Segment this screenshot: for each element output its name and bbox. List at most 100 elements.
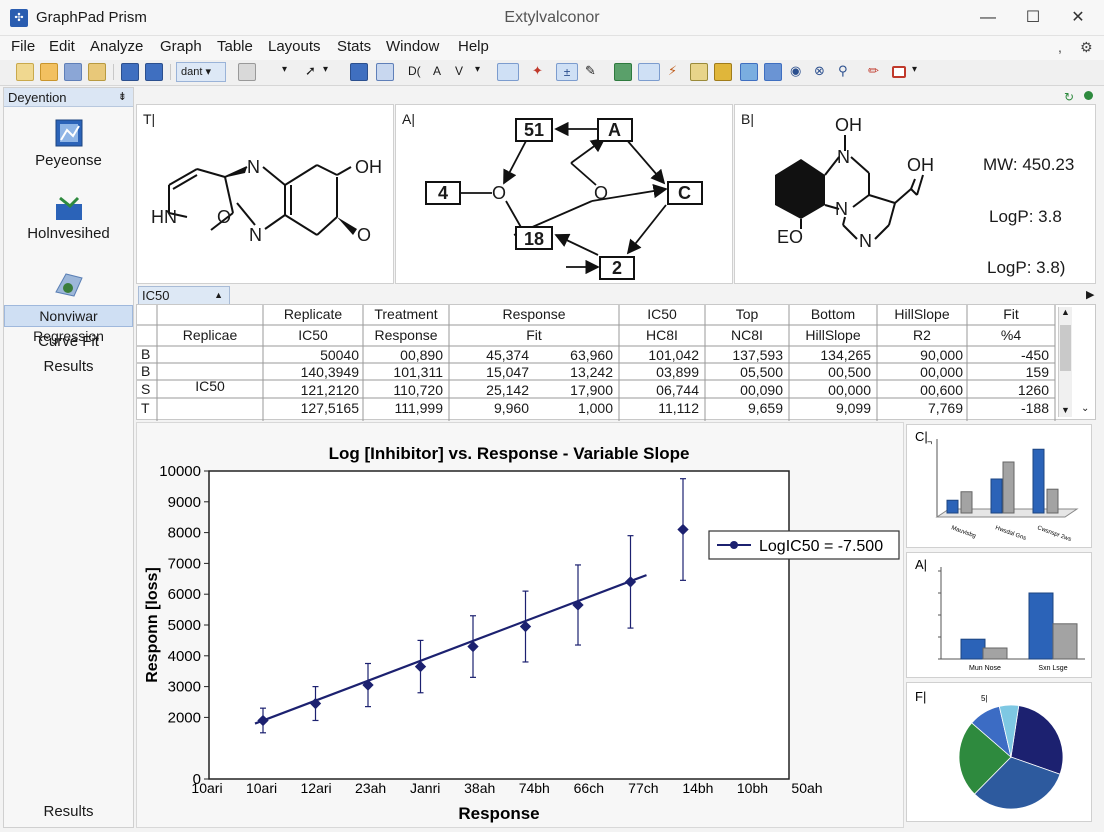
graph-icon[interactable] xyxy=(497,63,519,81)
font-select[interactable]: dant ▾ xyxy=(176,62,226,82)
table-cell[interactable]: 00,500 xyxy=(781,364,871,380)
layers-icon[interactable] xyxy=(376,63,394,81)
table-cell[interactable]: 134,265 xyxy=(781,347,871,363)
copy-icon[interactable] xyxy=(121,63,139,81)
thumb-chart-c[interactable]: C| ¬ Mauvisbg Hwsdal Gns Cwsnspr 2ws xyxy=(906,424,1092,548)
pointer-dropdown-icon[interactable]: ▾ xyxy=(323,64,328,75)
frame-dropdown-icon[interactable]: ▾ xyxy=(912,64,917,75)
table-cell[interactable]: 03,899 xyxy=(609,364,699,380)
table-cell[interactable]: 1260 xyxy=(959,382,1049,398)
menu-stats[interactable]: Stats xyxy=(337,38,371,55)
thumb-chart-a[interactable]: A| Mun Nose Sxn Lsge xyxy=(906,552,1092,678)
table-cell[interactable]: 159 xyxy=(959,364,1049,380)
save-icon[interactable] xyxy=(64,63,82,81)
paste-icon[interactable] xyxy=(145,63,163,81)
menu-settings-icon[interactable]: ⚙ xyxy=(1080,39,1093,56)
table-cell[interactable]: 101,311 xyxy=(353,364,443,380)
link-icon[interactable]: ⊗ xyxy=(814,63,825,79)
table-cell[interactable]: 63,960 xyxy=(523,347,613,363)
nav-item-results[interactable]: Results xyxy=(4,358,133,375)
scroll-up-icon[interactable]: ▲ xyxy=(1061,307,1070,317)
table-cell[interactable]: 45,374 xyxy=(439,347,529,363)
table-tab-ic50[interactable]: IC50 ▲ xyxy=(138,286,230,305)
table-cell[interactable]: 50040 xyxy=(269,347,359,363)
folder-icon[interactable] xyxy=(52,192,86,224)
notebook-icon[interactable] xyxy=(690,63,708,81)
magic-icon[interactable]: ✦ xyxy=(532,63,543,79)
chevron-down-icon[interactable]: ▾ xyxy=(282,64,287,75)
table-cell[interactable]: 101,042 xyxy=(609,347,699,363)
table-cell[interactable]: 00,000 xyxy=(781,382,871,398)
page-icon[interactable] xyxy=(638,63,660,81)
maximize-button[interactable]: ☐ xyxy=(1013,4,1053,32)
menu-window[interactable]: Window xyxy=(386,38,439,55)
pen-icon[interactable]: ✏ xyxy=(868,63,879,79)
wand-icon[interactable]: ⚡ xyxy=(668,63,677,79)
duplicate-icon[interactable] xyxy=(350,63,368,81)
columns-icon[interactable] xyxy=(764,63,782,81)
menu-pin-icon[interactable]: , xyxy=(1058,39,1062,55)
table-cell[interactable]: 110,720 xyxy=(353,382,443,398)
table-cell[interactable]: 9,659 xyxy=(693,400,783,416)
print-icon[interactable] xyxy=(88,63,106,81)
table-cell[interactable]: 15,047 xyxy=(439,364,529,380)
tab-chevron-up-icon[interactable]: ▲ xyxy=(214,287,223,304)
table-cell[interactable]: 00,000 xyxy=(873,364,963,380)
pin-icon[interactable]: ⚲ xyxy=(838,63,848,79)
table-scrollbar[interactable]: ▲ ▼ xyxy=(1058,307,1072,417)
menu-graph[interactable]: Graph xyxy=(160,38,202,55)
chart-bar-icon[interactable] xyxy=(714,63,732,81)
text-style-icon[interactable]: D( xyxy=(408,64,421,78)
table-cell[interactable]: 127,5165 xyxy=(269,400,359,416)
analysis-icon[interactable] xyxy=(52,118,86,150)
text-a-icon[interactable]: A xyxy=(433,64,441,78)
text-v-icon[interactable]: V xyxy=(455,64,463,78)
menu-table[interactable]: Table xyxy=(217,38,253,55)
table-cell[interactable]: -450 xyxy=(959,347,1049,363)
table-cell[interactable]: 05,500 xyxy=(693,364,783,380)
table-cell[interactable]: 06,744 xyxy=(609,382,699,398)
table-cell[interactable]: 00,090 xyxy=(693,382,783,398)
open-folder-icon[interactable] xyxy=(40,63,58,81)
table-right-arrow-icon[interactable]: ▶ xyxy=(1086,288,1094,301)
table-cell[interactable]: 1,000 xyxy=(523,400,613,416)
minimize-button[interactable]: — xyxy=(968,4,1008,32)
globe-icon[interactable]: ◉ xyxy=(790,63,801,79)
nav-item-curve-fit[interactable]: Curve Fit xyxy=(4,333,133,350)
frame-icon[interactable] xyxy=(892,66,906,78)
close-button[interactable]: ✕ xyxy=(1058,4,1098,32)
scroll-thumb[interactable] xyxy=(1060,325,1071,371)
table-cell[interactable]: 90,000 xyxy=(873,347,963,363)
table-cell[interactable]: 17,900 xyxy=(523,382,613,398)
plus-minus-icon[interactable]: ± xyxy=(556,63,578,81)
scroll-down-icon[interactable]: ▼ xyxy=(1061,405,1070,415)
nav-item-nonlinear-regression[interactable]: Nonviwar Regression xyxy=(4,305,133,344)
regression-icon[interactable] xyxy=(52,268,86,300)
menu-help[interactable]: Help xyxy=(458,38,489,55)
new-file-icon[interactable] xyxy=(16,63,34,81)
eraser-icon[interactable]: ✎ xyxy=(585,63,596,79)
menu-analyze[interactable]: Analyze xyxy=(90,38,143,55)
nav-item-holnvesihed[interactable]: Holnvesihed xyxy=(4,225,133,242)
menu-edit[interactable]: Edit xyxy=(49,38,75,55)
table-cell[interactable]: 9,099 xyxy=(781,400,871,416)
image-icon[interactable] xyxy=(740,63,758,81)
pointer-icon[interactable]: ➚ xyxy=(305,63,316,79)
text-dropdown-icon[interactable]: ▾ xyxy=(475,64,480,75)
refresh-icon[interactable]: ↻ xyxy=(1064,90,1074,104)
nav-footer-results[interactable]: Results xyxy=(4,803,133,820)
table-cell[interactable]: 111,999 xyxy=(353,400,443,416)
table-cell[interactable]: 7,769 xyxy=(873,400,963,416)
export-icon[interactable] xyxy=(614,63,632,81)
table-cell[interactable]: 140,3949 xyxy=(269,364,359,380)
table-cell[interactable]: 121,2120 xyxy=(269,382,359,398)
shape-icon[interactable] xyxy=(238,63,256,81)
thumb-chart-f[interactable]: F| 5| xyxy=(906,682,1092,822)
table-cell[interactable]: 25,142 xyxy=(439,382,529,398)
table-menu-chevron-icon[interactable]: ⌄ xyxy=(1081,403,1089,414)
nav-item-peyeonse[interactable]: Peyeonse xyxy=(4,152,133,169)
table-cell[interactable]: 9,960 xyxy=(439,400,529,416)
table-cell[interactable]: 11,112 xyxy=(609,400,699,416)
table-cell[interactable]: 13,242 xyxy=(523,364,613,380)
table-cell[interactable]: 00,600 xyxy=(873,382,963,398)
